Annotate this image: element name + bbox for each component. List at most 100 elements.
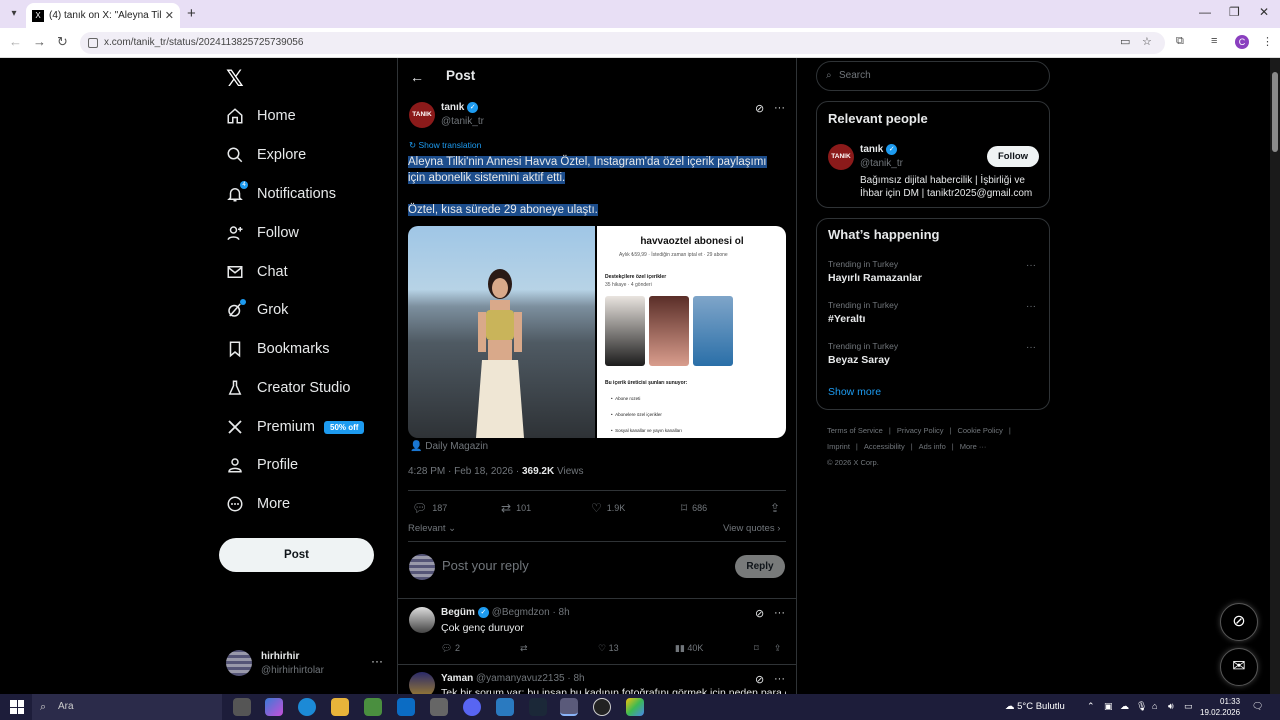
reply-action[interactable]: 💬︎ 187 — [412, 501, 447, 515]
tray-icon[interactable]: ▣ — [1104, 701, 1113, 712]
browser-menu-icon[interactable]: ⋮ — [1262, 35, 1273, 48]
footer-link[interactable]: Privacy Policy — [897, 426, 944, 435]
post-button[interactable]: Post — [219, 538, 374, 572]
nav-creator-studio[interactable]: Creator Studio — [226, 376, 351, 400]
copilot-icon[interactable] — [265, 698, 283, 716]
reply-sort-dropdown[interactable]: Relevant ⌄ — [408, 523, 456, 534]
close-window-icon[interactable]: ✕ — [1259, 5, 1269, 19]
bookmark-action[interactable]: ⌑ 686 — [681, 501, 707, 515]
nav-bookmarks[interactable]: Bookmarks — [226, 337, 330, 361]
messages-fab-icon[interactable]: ✉ — [1220, 648, 1258, 686]
media-screenshot-subscription[interactable]: havvaoztel abonesi ol Aylık ₺59,99 · İst… — [597, 226, 786, 438]
task-view-icon[interactable] — [233, 698, 251, 716]
trend-name[interactable]: Beyaz Saray — [828, 354, 890, 366]
trend-more-icon[interactable]: ··· — [1026, 260, 1036, 271]
restore-icon[interactable]: ❐ — [1229, 5, 1240, 19]
like-action[interactable]: ♡ 1.9K — [591, 501, 625, 515]
back-icon[interactable]: ← — [9, 34, 22, 49]
reply-button[interactable]: Reply — [735, 555, 785, 578]
author-avatar[interactable]: TANIK — [409, 102, 435, 128]
commenter-name[interactable]: Begüm — [441, 607, 475, 618]
footer-link[interactable]: Terms of Service — [827, 426, 883, 435]
outlook-icon[interactable] — [397, 698, 415, 716]
grok-icon[interactable]: ⊘ — [755, 102, 764, 115]
media-control-icon[interactable]: ≡ — [1211, 35, 1217, 47]
notification-center-icon[interactable]: 🗨︎ — [1252, 701, 1263, 712]
trend-name[interactable]: Hayırlı Ramazanlar — [828, 272, 922, 284]
minimize-icon[interactable]: — — [1199, 5, 1211, 19]
post-more-icon[interactable]: ··· — [774, 102, 785, 114]
relevant-person-avatar[interactable]: TANIK — [828, 144, 854, 170]
edge-icon[interactable] — [298, 698, 316, 716]
media-caption[interactable]: 👤 Daily Magazin — [410, 441, 488, 452]
app-icon[interactable] — [430, 698, 448, 716]
repost-action[interactable]: ⇄ 101 — [501, 501, 531, 515]
trend-name[interactable]: #Yeraltı — [828, 313, 865, 325]
browser-profile-avatar[interactable]: C — [1235, 35, 1249, 49]
comment-reply-action[interactable]: 💬︎ 2 — [441, 643, 460, 654]
bookmark-star-icon[interactable]: ☆ — [1142, 35, 1152, 48]
nav-notifications[interactable]: 4 Notifications — [226, 181, 336, 206]
share-action[interactable]: ⇪ — [770, 501, 785, 515]
grok-icon[interactable]: ⊘ — [755, 673, 764, 686]
volume-icon[interactable]: 🔊︎ — [1168, 701, 1174, 712]
taskbar-clock[interactable]: 01:33 19.02.2026 — [1200, 696, 1240, 718]
footer-link[interactable]: Accessibility — [864, 442, 905, 451]
post-media[interactable]: havvaoztel abonesi ol Aylık ₺59,99 · İst… — [408, 226, 786, 438]
taskbar-search[interactable]: ⌕ Ara — [32, 694, 222, 720]
address-bar[interactable]: x.com/tanik_tr/status/202411382572573905… — [80, 32, 1165, 54]
nav-grok[interactable]: Grok — [226, 298, 288, 322]
nav-premium[interactable]: Premium 50% off — [226, 415, 365, 439]
comment-views-action[interactable]: ▮▮ 40K — [675, 643, 703, 654]
post-timestamp[interactable]: 4:28 PM · Feb 18, 2026 · — [408, 466, 522, 477]
new-tab-icon[interactable]: + — [187, 5, 196, 22]
search-input[interactable]: ⌕ Search — [816, 61, 1050, 91]
windows-start-icon[interactable] — [10, 700, 24, 714]
chrome-icon[interactable] — [560, 698, 578, 716]
commenter-handle[interactable]: @yamanyavuz2135 — [476, 673, 565, 684]
back-arrow-icon[interactable]: ← — [410, 69, 424, 85]
app-icon[interactable] — [593, 698, 611, 716]
footer-link[interactable]: Imprint — [827, 442, 850, 451]
app-icon[interactable] — [496, 698, 514, 716]
scrollbar-thumb[interactable] — [1272, 72, 1278, 152]
commenter-name[interactable]: Yaman — [441, 673, 473, 684]
nav-chat[interactable]: Chat — [226, 260, 288, 284]
footer-link[interactable]: Ads info — [919, 442, 946, 451]
nav-more[interactable]: More — [226, 492, 290, 516]
author-name-row[interactable]: tanık ✓ — [441, 102, 479, 113]
x-logo-icon[interactable]: 𝕏 — [226, 66, 244, 92]
file-explorer-icon[interactable] — [331, 698, 349, 716]
reply-input[interactable]: Post your reply — [442, 558, 529, 573]
comment-repost-icon[interactable]: ⇄ — [520, 643, 528, 654]
account-more-icon[interactable]: ··· — [371, 654, 383, 668]
comment-bookmark-icon[interactable]: ⌑ — [754, 643, 759, 654]
show-translation-link[interactable]: ↻ Show translation — [409, 140, 481, 151]
app-icon[interactable] — [626, 698, 644, 716]
trend-more-icon[interactable]: ··· — [1026, 301, 1036, 312]
weather-widget[interactable]: ☁ 5°C Bulutlu — [1005, 701, 1065, 712]
trend-more-icon[interactable]: ··· — [1026, 342, 1036, 353]
footer-link[interactable]: Cookie Policy — [957, 426, 1002, 435]
follow-button[interactable]: Follow — [987, 146, 1039, 167]
scrollbar[interactable] — [1270, 58, 1280, 694]
forward-icon[interactable]: → — [33, 34, 46, 49]
account-switcher[interactable]: hirhirhir @hirhirhirtolar ··· — [226, 648, 386, 680]
commenter-avatar[interactable] — [409, 607, 435, 633]
extensions-icon[interactable]: ⧉ — [1176, 35, 1184, 48]
nav-explore[interactable]: Explore — [226, 143, 306, 167]
nav-profile[interactable]: Profile — [226, 453, 298, 477]
site-info-icon[interactable] — [88, 38, 98, 48]
network-icon[interactable]: ⌂ — [1152, 701, 1157, 711]
footer-link[interactable]: More ··· — [960, 442, 987, 451]
comment-more-icon[interactable]: ··· — [774, 607, 785, 619]
steam-icon[interactable] — [529, 698, 547, 716]
grok-icon[interactable]: ⊘ — [755, 607, 764, 620]
battery-icon[interactable]: ▭ — [1184, 701, 1193, 712]
relevant-person-name-row[interactable]: tanık ✓ — [860, 144, 898, 155]
install-app-icon[interactable]: ▭ — [1120, 35, 1130, 48]
comment-share-icon[interactable]: ⇪ — [774, 643, 782, 654]
show-more-link[interactable]: Show more — [828, 386, 881, 398]
relevant-person-handle[interactable]: @tanik_tr — [860, 158, 903, 169]
browser-tab[interactable]: X (4) tanık on X: "Aleyna Tilki'nin ✕ — [26, 3, 180, 28]
